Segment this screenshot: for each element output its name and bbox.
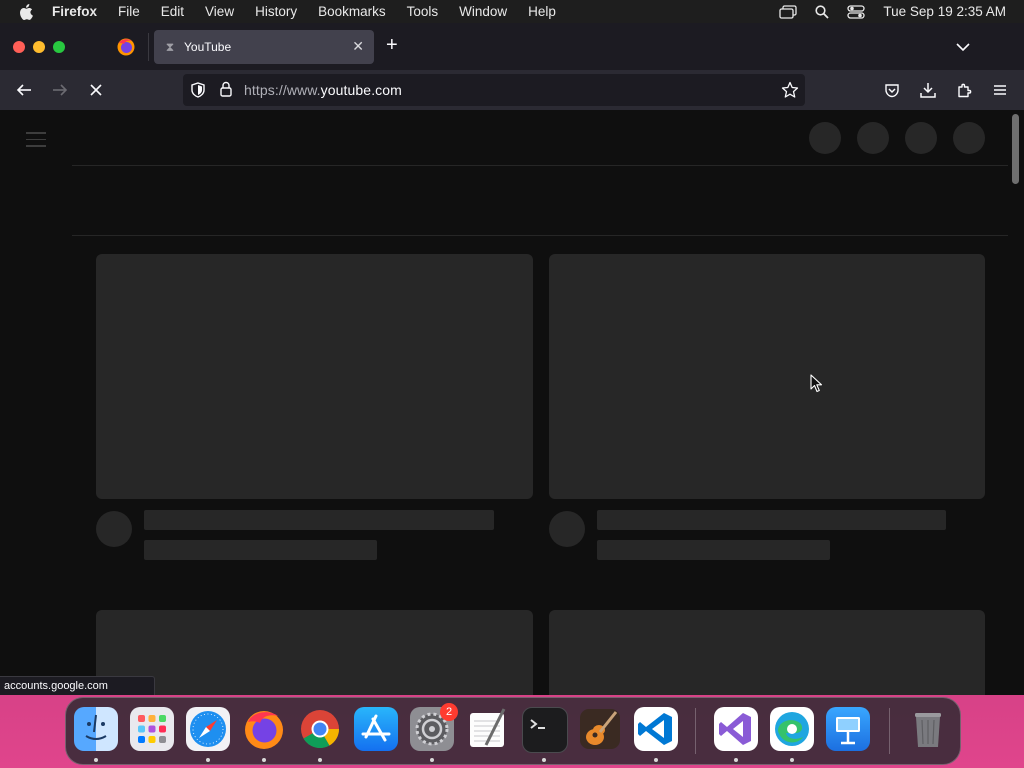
menu-file[interactable]: File	[118, 4, 140, 19]
running-indicator	[734, 758, 738, 762]
safari-icon[interactable]	[186, 707, 230, 751]
video-thumbnail-placeholder	[549, 254, 985, 499]
running-indicator	[262, 758, 266, 762]
link-status-panel: accounts.google.com	[0, 676, 155, 695]
lock-icon[interactable]	[220, 81, 232, 102]
pocket-icon[interactable]	[882, 80, 902, 100]
launchpad-icon[interactable]	[130, 707, 174, 751]
dock-separator	[889, 708, 890, 754]
dock	[65, 697, 961, 765]
microsoft-edge-icon[interactable]	[770, 707, 814, 751]
finder-icon[interactable]	[74, 707, 118, 751]
tab-separator	[148, 33, 149, 61]
video-title-placeholder	[144, 510, 494, 530]
garageband-guitar-icon[interactable]	[578, 707, 622, 751]
video-thumbnail-placeholder	[549, 610, 985, 695]
url-prefix: https://www.	[244, 82, 321, 98]
video-meta-placeholder	[597, 540, 830, 560]
keynote-icon[interactable]	[826, 707, 870, 751]
channel-avatar-placeholder	[549, 511, 585, 547]
firefox-icon[interactable]	[242, 707, 286, 751]
navigation-toolbar: https://www.youtube.com	[0, 70, 1024, 110]
spotlight-search-icon[interactable]	[815, 4, 830, 19]
tab-strip: ⧗ YouTube ✕ +	[0, 23, 1024, 70]
downloads-icon[interactable]	[918, 80, 938, 100]
close-window-button[interactable]	[13, 41, 25, 53]
app-store-icon[interactable]	[354, 707, 398, 751]
dock-separator	[695, 708, 696, 754]
video-meta-placeholder	[144, 540, 377, 560]
tab-youtube[interactable]: ⧗ YouTube ✕	[154, 30, 374, 64]
header-placeholder-circle	[857, 122, 889, 154]
menu-help[interactable]: Help	[528, 4, 556, 19]
address-bar[interactable]: https://www.youtube.com	[183, 74, 805, 106]
trash-icon[interactable]	[906, 707, 950, 751]
menu-bookmarks[interactable]: Bookmarks	[318, 4, 386, 19]
menu-edit[interactable]: Edit	[161, 4, 184, 19]
header-placeholder-circle	[905, 122, 937, 154]
menu-history[interactable]: History	[255, 4, 297, 19]
app-menu-hamburger-icon[interactable]	[990, 80, 1010, 100]
minimize-window-button[interactable]	[33, 41, 45, 53]
running-indicator	[654, 758, 658, 762]
pinned-tab-firefox-icon[interactable]	[116, 37, 136, 57]
extensions-puzzle-icon[interactable]	[955, 80, 975, 100]
running-indicator	[542, 758, 546, 762]
video-thumbnail-placeholder	[96, 254, 533, 499]
running-indicator	[206, 758, 210, 762]
browser-window: ⧗ YouTube ✕ + https://www.youtube.com ac…	[0, 23, 1024, 695]
video-thumbnail-placeholder	[96, 610, 533, 695]
url-text[interactable]: https://www.youtube.com	[244, 82, 402, 98]
running-indicator	[430, 758, 434, 762]
running-indicator	[94, 758, 98, 762]
guide-menu-icon[interactable]	[26, 132, 46, 152]
menu-window[interactable]: Window	[459, 4, 507, 19]
mouse-pointer-icon	[810, 374, 823, 398]
close-tab-icon[interactable]: ✕	[352, 38, 364, 55]
url-domain: youtube.com	[320, 82, 402, 98]
menu-bar: Firefox File Edit View History Bookmarks…	[0, 0, 1024, 23]
apple-menu-icon[interactable]	[0, 3, 52, 20]
page-scrollbar[interactable]	[1012, 114, 1019, 184]
zoom-window-button[interactable]	[53, 41, 65, 53]
textedit-icon[interactable]	[466, 707, 510, 751]
hourglass-loading-icon: ⧗	[165, 39, 175, 54]
system-settings-notification-badge: 2	[440, 703, 458, 721]
chips-divider	[72, 235, 1008, 236]
new-tab-button[interactable]: +	[386, 35, 398, 55]
forward-arrow-icon[interactable]	[50, 80, 70, 100]
menu-view[interactable]: View	[205, 4, 234, 19]
running-indicator	[790, 758, 794, 762]
running-indicator	[318, 758, 322, 762]
visual-studio-code-icon[interactable]	[634, 707, 678, 751]
list-all-tabs-chevron-down-icon[interactable]	[956, 39, 970, 57]
control-center-icon[interactable]	[847, 4, 866, 19]
screen-mirroring-icon[interactable]	[779, 4, 798, 19]
visual-studio-icon[interactable]	[714, 707, 758, 751]
header-placeholder-circle	[809, 122, 841, 154]
bookmark-star-icon[interactable]	[781, 81, 799, 104]
app-menu-firefox[interactable]: Firefox	[52, 4, 97, 19]
terminal-icon[interactable]	[522, 707, 568, 753]
back-arrow-icon[interactable]	[14, 80, 34, 100]
tab-title: YouTube	[184, 40, 232, 54]
menu-tools[interactable]: Tools	[407, 4, 439, 19]
video-title-placeholder	[597, 510, 946, 530]
clock[interactable]: Tue Sep 19 2:35 AM	[883, 4, 1006, 19]
tracking-protection-shield-icon[interactable]	[191, 82, 205, 103]
header-placeholder-circle	[953, 122, 985, 154]
channel-avatar-placeholder	[96, 511, 132, 547]
google-chrome-icon[interactable]	[298, 707, 342, 751]
stop-loading-x-icon[interactable]	[86, 80, 106, 100]
page-viewport[interactable]	[0, 110, 1024, 695]
header-divider	[72, 165, 1008, 166]
